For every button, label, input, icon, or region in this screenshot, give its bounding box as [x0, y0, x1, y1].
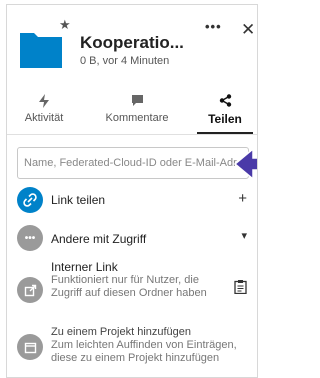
sidebar-panel: ★ Kooperatio... 0 B, vor 4 Minuten ••• ✕… — [6, 4, 258, 378]
project-title: Zu einem Projekt hinzufügen — [51, 326, 192, 338]
project-icon — [17, 334, 43, 360]
close-icon[interactable]: ✕ — [241, 21, 255, 38]
project-description: Zum leichten Auffinden von Einträgen, di… — [51, 339, 237, 364]
expand-others-icon[interactable]: ▾ — [241, 229, 247, 242]
copy-clipboard-icon[interactable] — [234, 279, 247, 298]
star-icon[interactable]: ★ — [59, 18, 71, 31]
activity-icon — [11, 94, 77, 110]
file-subtitle: 0 B, vor 4 Minuten — [80, 55, 170, 67]
internal-link-row: Interner Link Funktioniert nur für Nutze… — [7, 261, 257, 317]
tab-bar: Aktivität Kommentare Teilen — [7, 94, 257, 134]
tab-share-label: Teilen — [208, 112, 242, 126]
internal-link-title: Interner Link — [51, 260, 118, 274]
internal-link-text: Interner Link Funktioniert nur für Nutze… — [51, 261, 211, 300]
others-access-label: Andere mit Zugriff — [51, 232, 147, 246]
add-link-button[interactable]: + — [238, 190, 247, 207]
tab-comments-label: Kommentare — [105, 112, 169, 124]
share-icon — [197, 94, 253, 110]
link-icon — [17, 187, 43, 213]
external-link-icon — [17, 277, 43, 303]
share-link-row[interactable]: Link teilen + — [7, 187, 257, 213]
file-title: Kooperatio... — [80, 33, 184, 52]
tab-comments[interactable]: Kommentare — [93, 94, 181, 134]
tab-share[interactable]: Teilen — [197, 94, 253, 134]
tab-divider — [7, 134, 257, 135]
tab-activity-label: Aktivität — [24, 112, 64, 124]
more-options-icon[interactable]: ••• — [205, 19, 222, 34]
tab-activity[interactable]: Aktivität — [11, 94, 77, 134]
share-link-label: Link teilen — [51, 193, 106, 207]
comment-icon — [93, 94, 181, 110]
add-to-project-row[interactable]: Zu einem Projekt hinzufügen Zum leichten… — [7, 326, 257, 376]
internal-link-description: Funktioniert nur für Nutzer, die Zugriff… — [51, 274, 207, 299]
more-icon: ••• — [17, 225, 43, 251]
share-search-input[interactable] — [17, 147, 249, 179]
others-access-row[interactable]: ••• Andere mit Zugriff ▾ — [7, 225, 257, 251]
pointer-arrow-icon — [233, 147, 257, 181]
project-text: Zu einem Projekt hinzufügen Zum leichten… — [51, 326, 256, 365]
folder-icon — [20, 33, 62, 68]
